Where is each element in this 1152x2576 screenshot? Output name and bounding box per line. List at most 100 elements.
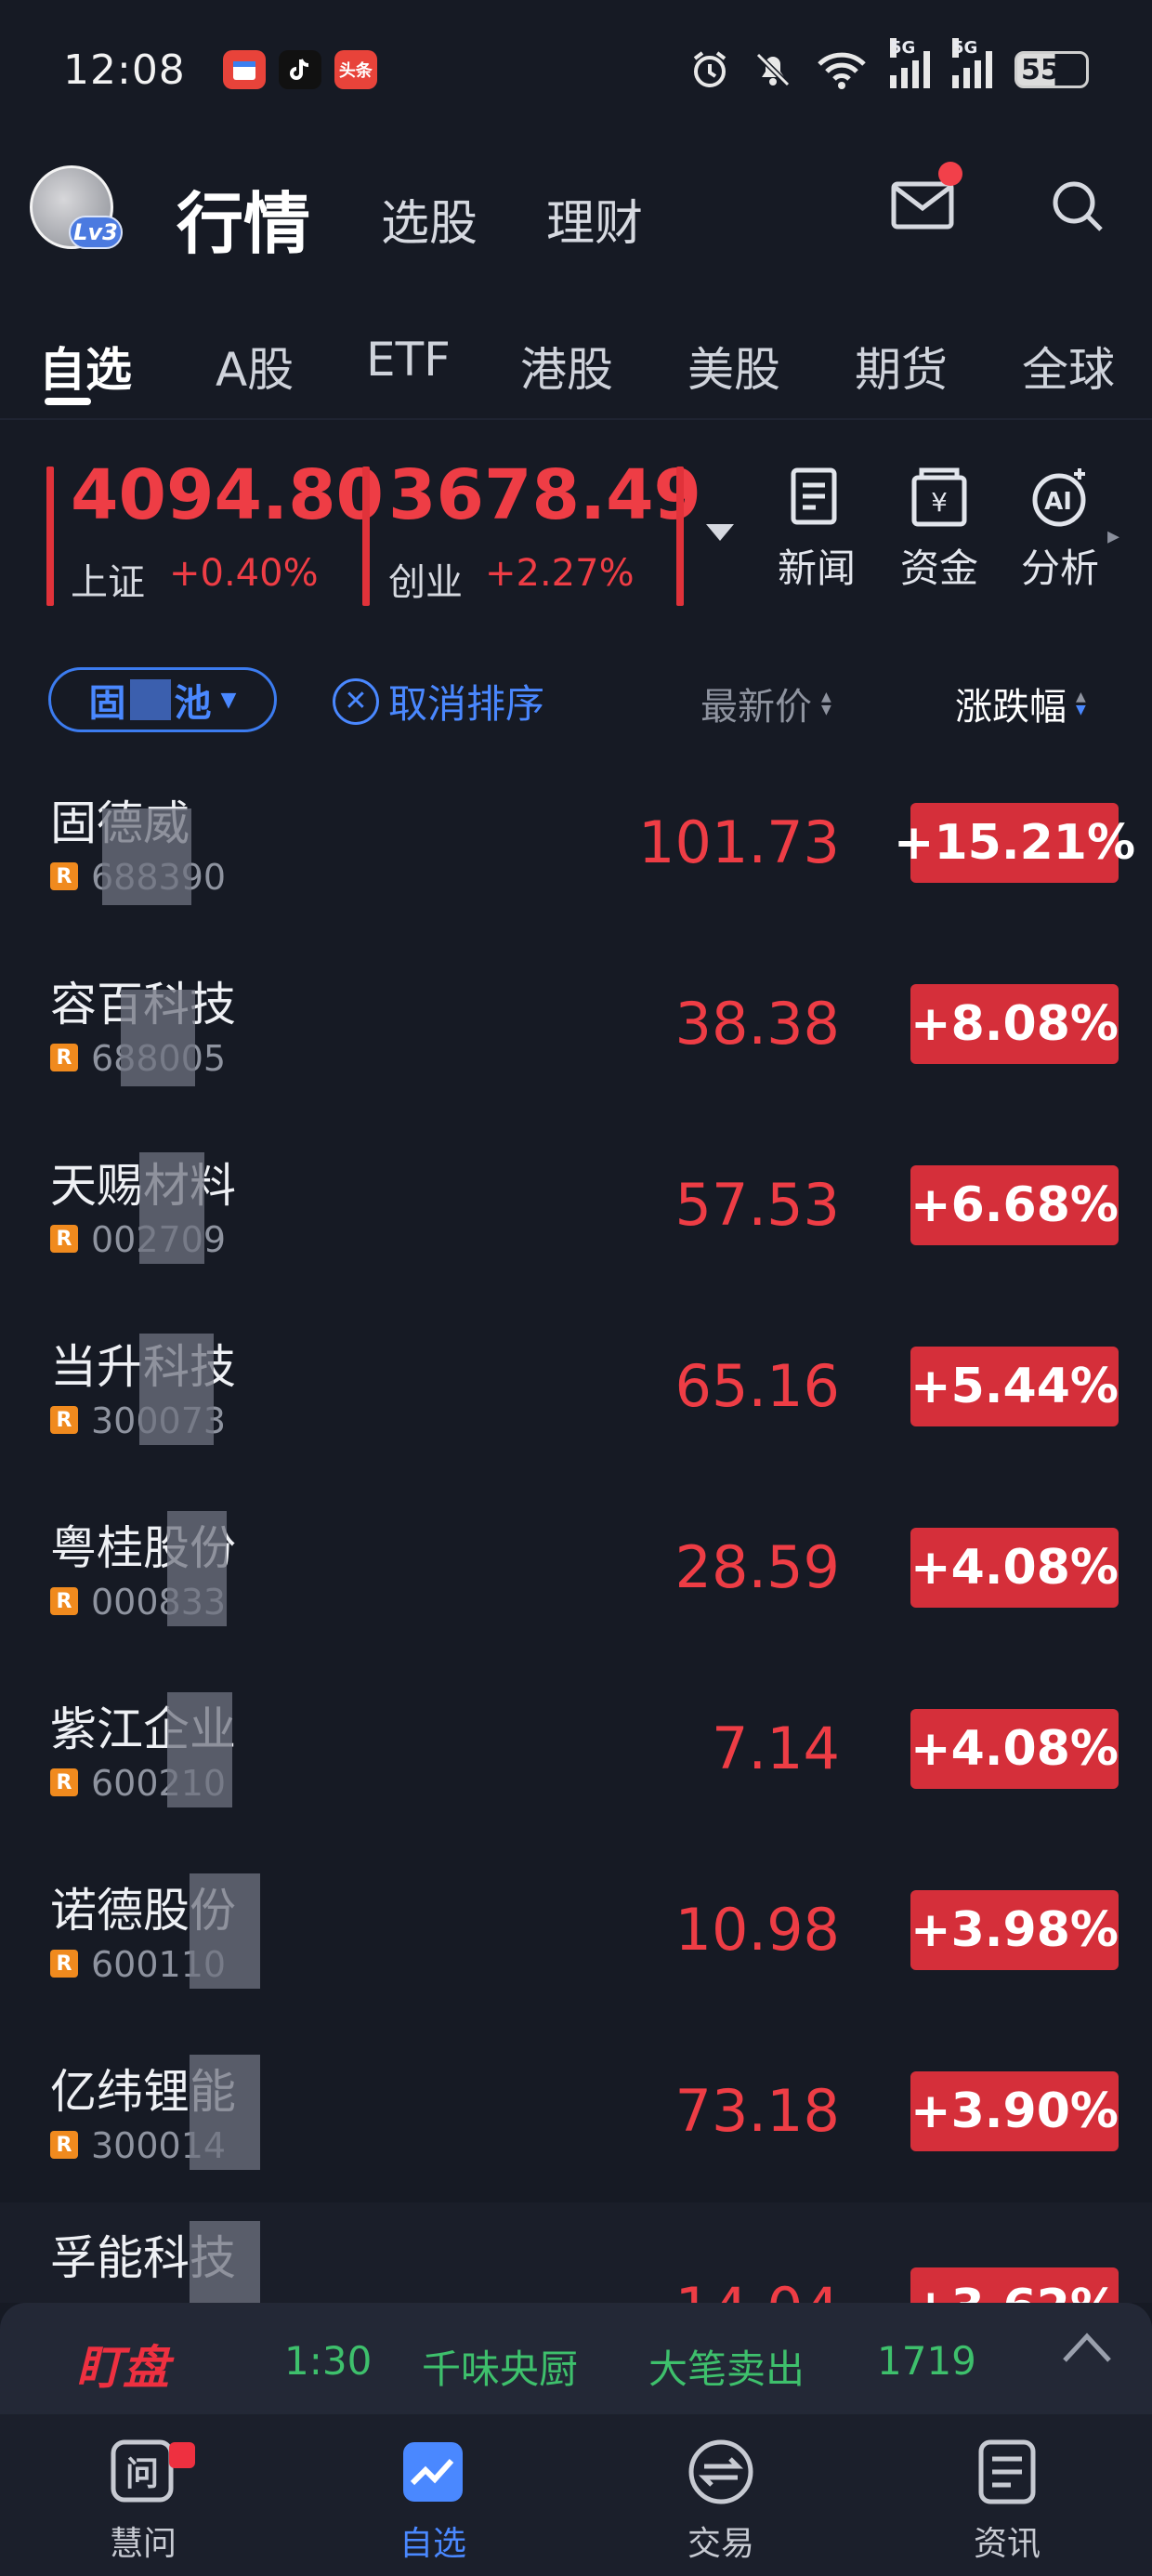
pool-label-b: 池 xyxy=(174,682,212,725)
stock-row[interactable]: 紫江企业 R 600210 7.14 +4.08% xyxy=(0,1659,1152,1840)
pool-selector[interactable]: 固 池 ▼ xyxy=(48,667,277,732)
stock-change-badge[interactable]: +4.08% xyxy=(910,1528,1119,1608)
stock-price: 7.14 xyxy=(711,1715,840,1782)
nav-info[interactable]: 资讯 xyxy=(933,2414,1081,2576)
market-subtabs: 自选 A股 ETF 港股 美股 期货 全球 xyxy=(0,316,1152,418)
subtab-hk[interactable]: 港股 xyxy=(520,333,613,400)
redacted-block xyxy=(190,2055,260,2170)
redacted-block xyxy=(121,990,195,1086)
divider xyxy=(0,418,1152,420)
stock-row[interactable]: 粤桂股份 R 000833 28.59 +4.08% xyxy=(0,1478,1152,1659)
page-title[interactable]: 行情 xyxy=(177,169,310,267)
ticker-logo: 盯盘 xyxy=(76,2341,169,2395)
r-badge-icon: R xyxy=(50,1406,78,1434)
active-tab-indicator xyxy=(45,398,91,405)
stock-row[interactable]: 诺德股份 R 600110 10.98 +3.98% xyxy=(0,1840,1152,2021)
signal-5g-icon: 5G xyxy=(890,38,930,88)
redacted-block xyxy=(167,1692,232,1807)
stock-change-badge[interactable]: +8.08% xyxy=(910,984,1119,1064)
tab-wealth[interactable]: 理财 xyxy=(546,184,643,254)
nav-watchlist-label: 自选 xyxy=(399,2525,466,2563)
more-arrow-icon[interactable]: ▸ xyxy=(1107,522,1119,550)
news-button[interactable]: 新闻 xyxy=(766,465,868,604)
ticker-bar[interactable]: 盯盘 1:30 千味央厨 大笔卖出 1719 xyxy=(0,2303,1152,2414)
stock-price: 65.16 xyxy=(674,1352,841,1420)
search-icon[interactable] xyxy=(1048,177,1107,236)
news-icon xyxy=(791,467,837,525)
ticker-time: 1:30 xyxy=(284,2338,373,2384)
alarm-icon xyxy=(693,51,727,87)
stock-row[interactable]: 容百科技 R 688005 38.38 +8.08% xyxy=(0,934,1152,1115)
stock-change-badge[interactable]: +15.21% xyxy=(894,803,1135,883)
subtab-futures[interactable]: 期货 xyxy=(855,333,948,400)
subtab-us[interactable]: 美股 xyxy=(687,333,780,400)
stock-price: 57.53 xyxy=(674,1171,841,1239)
nav-trade[interactable]: 交易 xyxy=(647,2414,795,2576)
news-label: 新闻 xyxy=(777,545,856,591)
redacted-block xyxy=(190,1873,260,1989)
calendar-app-icon xyxy=(222,50,266,89)
stock-change-badge[interactable]: +3.90% xyxy=(910,2071,1119,2151)
index-value[interactable]: 4094.80 xyxy=(71,455,384,535)
stock-change-badge[interactable]: +6.68% xyxy=(910,1165,1119,1245)
stock-row[interactable]: 当升科技 R 300073 65.16 +5.44% xyxy=(0,1296,1152,1478)
nav-watchlist[interactable]: 自选 xyxy=(359,2414,507,2576)
ticker-event: 大笔卖出 xyxy=(648,2346,805,2392)
fund-icon: ¥ xyxy=(911,467,967,527)
mute-icon xyxy=(755,52,791,87)
cancel-sort-button[interactable]: ✕ 取消排序 xyxy=(333,673,544,729)
stock-row[interactable]: 亿纬锂能 R 300014 73.18 +3.90% xyxy=(0,2021,1152,2202)
fund-button[interactable]: ¥ 资金 xyxy=(888,465,990,604)
index-bar xyxy=(362,467,370,606)
redacted-block xyxy=(129,679,171,720)
level-badge: Lv3 xyxy=(69,216,123,249)
trade-icon xyxy=(688,2439,753,2504)
signal-5g-icon: 5G xyxy=(952,38,992,88)
ticker-volume: 1719 xyxy=(877,2338,976,2384)
nav-ask-label: 慧问 xyxy=(109,2525,177,2563)
pool-label-a: 固 xyxy=(88,682,126,725)
analysis-label: 分析 xyxy=(1020,545,1099,591)
redacted-block xyxy=(167,1511,227,1626)
status-indicators: 5G 5G 55 xyxy=(689,38,1089,90)
nav-ask[interactable]: 问 慧问 xyxy=(69,2414,217,2576)
stock-row[interactable]: 孚能科技 14.04 +3.62% xyxy=(0,2202,1152,2303)
index-change: +0.40% xyxy=(169,552,319,595)
stock-row[interactable]: 固德威 R 688390 101.73 +15.21% xyxy=(0,753,1152,934)
nav-badge xyxy=(169,2442,195,2468)
stock-change-badge[interactable]: +4.08% xyxy=(910,1709,1119,1789)
app-header: Lv3 行情 选股 理财 xyxy=(0,149,1152,269)
wifi-icon xyxy=(818,52,866,89)
chevron-down-icon[interactable] xyxy=(704,522,736,543)
index-bar xyxy=(46,467,54,606)
stock-change-badge[interactable]: +5.44% xyxy=(910,1347,1119,1426)
redacted-block xyxy=(139,1152,204,1264)
subtab-watchlist[interactable]: 自选 xyxy=(39,333,132,400)
sort-arrows-icon: ▲ ▼ xyxy=(1076,690,1086,717)
index-bar xyxy=(676,467,684,606)
stock-price: 101.73 xyxy=(638,808,840,876)
analysis-button[interactable]: AI 分析 xyxy=(1009,465,1111,604)
index-name: 创业 xyxy=(388,561,463,604)
status-bar: 12:08 头条 5G 5G 55 xyxy=(0,0,1152,139)
index-strip: 4094.80 上证 +0.40% 3678.49 创业 +2.27% 新闻 ¥… xyxy=(0,455,1152,613)
ai-analysis-icon: AI xyxy=(1032,468,1086,527)
redacted-block xyxy=(190,2221,260,2303)
battery-indicator: 55 xyxy=(1015,51,1089,88)
subtab-global[interactable]: 全球 xyxy=(1022,333,1115,400)
stock-change-badge[interactable]: +3.98% xyxy=(910,1890,1119,1970)
tab-stock-picker[interactable]: 选股 xyxy=(381,184,478,254)
subtab-etf[interactable]: ETF xyxy=(366,333,451,387)
notification-dot xyxy=(938,162,962,186)
col-price-header[interactable]: 最新价 ▲ ▼ xyxy=(700,677,831,730)
subtab-a-shares[interactable]: A股 xyxy=(216,333,294,400)
chevron-up-icon[interactable] xyxy=(1061,2331,1113,2364)
bottom-nav: 问 慧问 自选 交易 资讯 xyxy=(0,2414,1152,2576)
col-change-header[interactable]: 涨跌幅 ▲ ▼ xyxy=(955,677,1086,730)
stock-change-badge[interactable]: +3.62% xyxy=(910,2267,1119,2303)
stock-row[interactable]: 天赐材料 R 002709 57.53 +6.68% xyxy=(0,1115,1152,1296)
tiktok-app-icon xyxy=(278,50,321,89)
index-value[interactable]: 3678.49 xyxy=(388,455,701,535)
r-badge-icon: R xyxy=(50,1225,78,1253)
r-badge-icon: R xyxy=(50,862,78,890)
